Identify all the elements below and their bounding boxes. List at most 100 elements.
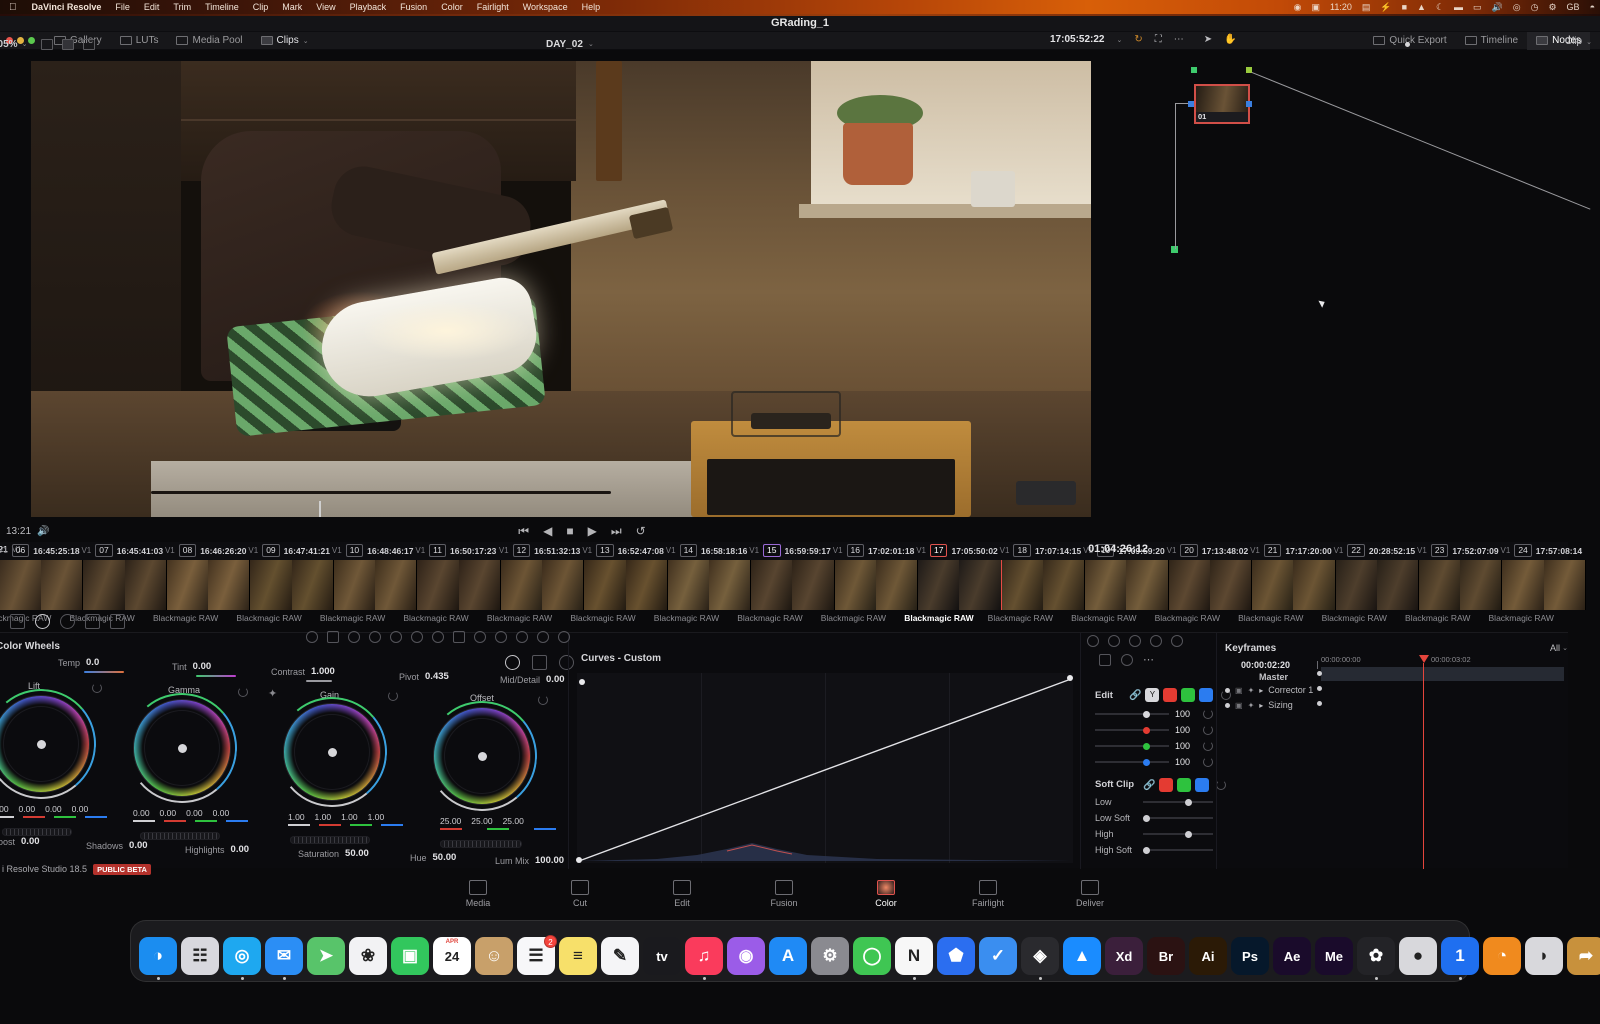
- dock-messages-icon[interactable]: ◯: [853, 937, 891, 975]
- menu-item-view[interactable]: View: [309, 2, 342, 12]
- channel-chip-g[interactable]: [1181, 688, 1195, 702]
- channel-slider-r[interactable]: [1095, 729, 1169, 731]
- timeline-clip-11[interactable]: [417, 560, 500, 610]
- menu-item-davinci-resolve[interactable]: DaVinci Resolve: [25, 2, 109, 12]
- dock-adobe-illustrator-icon[interactable]: Ai: [1189, 937, 1227, 975]
- offset-color-wheel[interactable]: [433, 707, 531, 805]
- timeline-clip-08[interactable]: [167, 560, 250, 610]
- timeline-clip-07[interactable]: [83, 560, 166, 610]
- dock-blackmagic-icon[interactable]: ●: [1399, 937, 1437, 975]
- curve-fit-icon[interactable]: [1099, 654, 1111, 666]
- lift-wheel-handle[interactable]: [37, 740, 46, 749]
- timeline-marker-12[interactable]: V11216:51:32:13: [499, 544, 581, 557]
- color-match-icon[interactable]: [60, 614, 75, 629]
- channel-slider-b[interactable]: [1095, 761, 1169, 763]
- keyframes-all-chevron-down-icon[interactable]: ⌄: [1562, 644, 1568, 652]
- menu-item-workspace[interactable]: Workspace: [516, 2, 575, 12]
- saturation-value[interactable]: 50.00: [345, 848, 369, 859]
- boost-value[interactable]: 0.00: [21, 836, 40, 847]
- soft-clip-highsoft-handle[interactable]: [1143, 847, 1150, 854]
- offset-value-r[interactable]: 25.00: [440, 816, 461, 826]
- timeline-clip-24[interactable]: [1502, 560, 1585, 610]
- corrector-1-keyframe-icon[interactable]: ✦: [1248, 686, 1255, 695]
- keyframe-master-marker[interactable]: [1317, 671, 1322, 676]
- boost-control[interactable]: Boost 0.00: [0, 836, 40, 847]
- soft-clip-chip-b[interactable]: [1195, 778, 1209, 792]
- menu-item-clip[interactable]: Clip: [246, 2, 276, 12]
- dock-music-icon[interactable]: ♫: [685, 937, 723, 975]
- viewer-timecode-chevron-down-icon[interactable]: ⌄: [1116, 36, 1122, 44]
- curve-sat-sat-icon[interactable]: [1171, 635, 1183, 647]
- curve-reset-icon[interactable]: [1121, 654, 1133, 666]
- timeline-marker-08[interactable]: V10816:46:26:20: [165, 544, 247, 557]
- grid-icon[interactable]: [327, 631, 339, 643]
- keyframes-playhead[interactable]: [1423, 663, 1424, 869]
- keyframe-track-sizing[interactable]: ▣ ✦ ▸ Sizing: [1225, 700, 1293, 710]
- highlights-control[interactable]: Highlights 0.00: [185, 844, 249, 855]
- timeline-marker-06[interactable]: V10616:45:25:18: [0, 544, 80, 557]
- viewer-more-options-icon[interactable]: ⋯: [1174, 34, 1184, 45]
- menu-item-file[interactable]: File: [108, 2, 137, 12]
- gamma-reset-icon[interactable]: [238, 687, 248, 697]
- timeline-clip-18[interactable]: [1002, 560, 1085, 610]
- gamma-master-slider[interactable]: [140, 832, 220, 840]
- page-button-fairlight[interactable]: Fairlight: [960, 880, 1016, 908]
- timeline-clip-20[interactable]: [1169, 560, 1252, 610]
- stabilizer-icon[interactable]: [537, 631, 549, 643]
- channel-value-b[interactable]: 100: [1175, 757, 1197, 767]
- gain-value-y[interactable]: 1.00: [288, 812, 305, 822]
- timeline-clip-06[interactable]: [0, 560, 83, 610]
- dock-figma-icon[interactable]: ◈: [1021, 937, 1059, 975]
- channel-value-r[interactable]: 100: [1175, 725, 1197, 735]
- timeline-clip-14[interactable]: [668, 560, 751, 610]
- dock-spark-icon[interactable]: ◗: [1525, 937, 1563, 975]
- dock-freeform-icon[interactable]: ✎: [601, 937, 639, 975]
- dock-adobe-after-effects-icon[interactable]: Ae: [1273, 937, 1311, 975]
- timeline-marker-23[interactable]: V12317:52:07:09: [1417, 544, 1499, 557]
- dock-facetime-icon[interactable]: ▣: [391, 937, 429, 975]
- dock-davinci-resolve-icon[interactable]: ✿: [1357, 937, 1395, 975]
- bluetooth-status-icon[interactable]: ⚙: [1543, 2, 1561, 13]
- sizing-expand-icon[interactable]: ▸: [1259, 701, 1263, 710]
- skip-to-end-button[interactable]: ⏭: [611, 524, 622, 539]
- menu-item-color[interactable]: Color: [434, 2, 470, 12]
- keyframes-ruler[interactable]: 00:00:00:00 00:00:03:02: [1321, 655, 1564, 665]
- soft-clip-lowsoft-handle[interactable]: [1143, 815, 1150, 822]
- page-button-media[interactable]: Media: [450, 880, 506, 908]
- curve-custom-icon[interactable]: [1087, 635, 1099, 647]
- lift-reset-icon[interactable]: [92, 683, 102, 693]
- dock-settings-icon[interactable]: ⚙: [811, 937, 849, 975]
- offset-value-b[interactable]: 25.00: [503, 816, 524, 826]
- curve-line[interactable]: [577, 673, 1073, 863]
- menu-item-playback[interactable]: Playback: [343, 2, 394, 12]
- dock-todoist-icon[interactable]: ✓: [979, 937, 1017, 975]
- page-button-edit[interactable]: Edit: [654, 880, 710, 908]
- soft-clip-link-icon[interactable]: 🔗: [1143, 780, 1155, 791]
- viewer-timecode[interactable]: 17:05:52:22: [1050, 34, 1104, 45]
- page-button-deliver[interactable]: Deliver: [1062, 880, 1118, 908]
- lift-value-b[interactable]: 0.00: [72, 804, 89, 814]
- timeline-clip-21[interactable]: [1252, 560, 1335, 610]
- gamma-color-wheel[interactable]: [133, 699, 231, 797]
- program-viewer[interactable]: [0, 56, 1164, 520]
- skip-to-start-button[interactable]: ⏮: [518, 524, 529, 539]
- dock-reminders-icon[interactable]: ☰2: [517, 937, 555, 975]
- soft-clip-high-handle[interactable]: [1185, 831, 1192, 838]
- channel-slider-y[interactable]: [1095, 713, 1169, 715]
- moon-status-icon[interactable]: ☾: [1431, 2, 1449, 13]
- middetail-control[interactable]: Mid/Detail 0.00: [500, 674, 565, 685]
- clock-status-icon[interactable]: ◷: [1526, 2, 1544, 13]
- video-status-icon[interactable]: ▬: [1449, 2, 1468, 12]
- corrector-1-expand-icon[interactable]: ▸: [1259, 686, 1263, 695]
- gallery-stills-icon[interactable]: [110, 614, 125, 629]
- timeline-marker-16[interactable]: V11617:02:01:18: [833, 544, 915, 557]
- menu-item-timeline[interactable]: Timeline: [198, 2, 246, 12]
- volume-status-icon[interactable]: 🔊: [1487, 2, 1508, 13]
- menu-item-edit[interactable]: Edit: [137, 2, 167, 12]
- channel-row-y[interactable]: 100: [1095, 709, 1213, 719]
- temp-control[interactable]: Temp 0.0: [58, 657, 99, 668]
- color-wheels-panel-icon[interactable]: [35, 614, 50, 629]
- bars-icon[interactable]: [532, 655, 547, 670]
- soft-clip-row-highsoft[interactable]: High Soft: [1095, 845, 1213, 855]
- channel-row-r[interactable]: 100: [1095, 725, 1213, 735]
